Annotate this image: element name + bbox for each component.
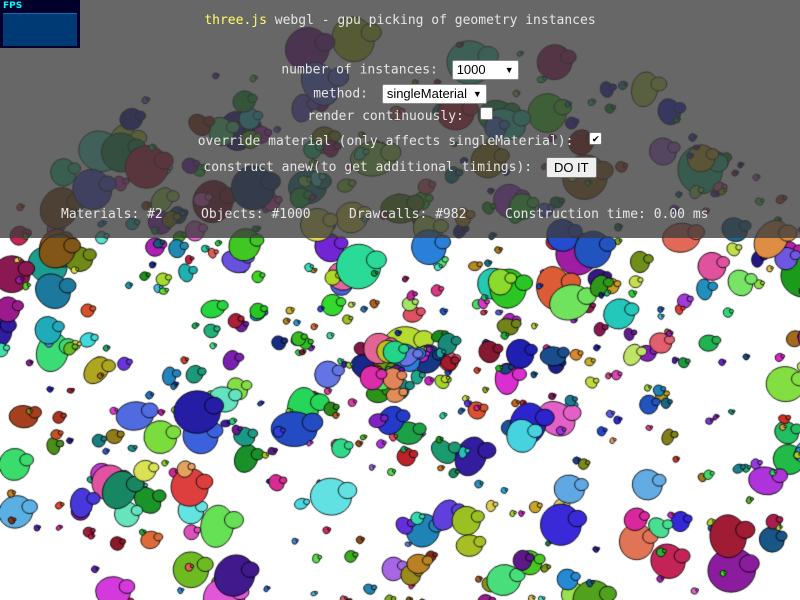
method-value: singleMaterial — [386, 86, 468, 101]
construct-row: construct anew(to get additional timings… — [0, 157, 800, 178]
override-row: override material (only affects singleMa… — [0, 132, 800, 149]
do-it-button[interactable]: DO IT — [545, 157, 597, 178]
render-row: render continuously: — [0, 107, 800, 124]
objects-stat: Objects: #1000 — [201, 207, 311, 222]
instances-value: 1000 — [456, 62, 486, 77]
override-label: override material (only affects singleMa… — [197, 134, 574, 149]
method-row: method: singleMaterial ▼ — [0, 84, 800, 104]
instances-select[interactable]: 1000 ▼ — [451, 60, 519, 80]
render-continuously-checkbox[interactable] — [479, 107, 493, 120]
render-label: render continuously: — [307, 109, 464, 124]
method-select[interactable]: singleMaterial ▼ — [381, 84, 487, 104]
instances-row: number of instances: 1000 ▼ — [0, 60, 800, 80]
dropdown-arrow-icon: ▼ — [472, 89, 482, 99]
title-text: webgl - gpu picking of geometry instance… — [266, 13, 596, 28]
fps-label: FPS — [3, 1, 23, 11]
method-label: method: — [313, 86, 368, 102]
dropdown-arrow-icon: ▼ — [504, 65, 514, 75]
threejs-link[interactable]: three.js — [204, 13, 267, 28]
override-material-checkbox[interactable]: ✔ — [589, 132, 603, 145]
info-overlay: FPS three.js webgl - gpu picking of geom… — [0, 0, 800, 238]
drawcalls-stat: Drawcalls: #982 — [349, 207, 467, 222]
construction-time-stat: Construction time: 0.00 ms — [505, 207, 709, 222]
materials-stat: Materials: #2 — [61, 207, 163, 222]
construct-label: construct anew(to get additional timings… — [203, 160, 533, 175]
page-title: three.js webgl - gpu picking of geometry… — [0, 13, 800, 28]
instances-label: number of instances: — [281, 62, 438, 78]
